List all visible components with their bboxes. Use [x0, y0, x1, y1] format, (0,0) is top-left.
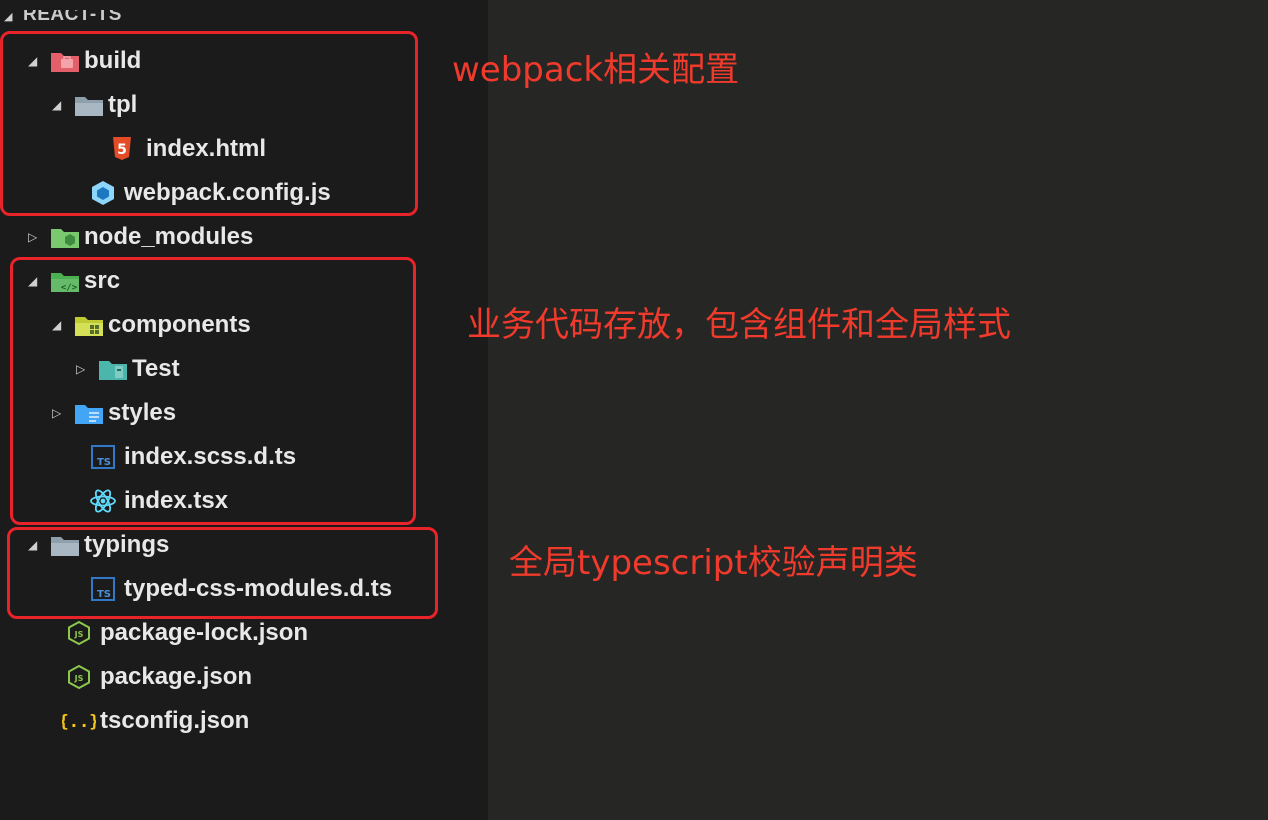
tree-item-package-json[interactable]: JS package.json: [36, 655, 252, 699]
node-folder-icon: [50, 215, 84, 259]
caret-right-icon[interactable]: ▷: [28, 215, 50, 259]
annotation-src: 业务代码存放，包含组件和全局样式: [467, 305, 1011, 345]
editor-area: [488, 0, 1268, 820]
tree-item-label: package.json: [100, 663, 253, 690]
annotation-typings: 全局typescript校验声明类: [509, 543, 918, 583]
tree-item-label: node_modules: [84, 223, 254, 250]
svg-text:JS: JS: [74, 630, 84, 639]
screen: ◢ REACT-TS ◢ build ◢ tpl 5 index.html we…: [0, 0, 1268, 820]
json-braces-icon: {..}: [58, 699, 100, 743]
tree-item-tsconfig[interactable]: {..} tsconfig.json: [36, 699, 249, 743]
svg-text:{..}: {..}: [62, 712, 96, 732]
tree-item-label: tsconfig.json: [100, 707, 250, 734]
caret-down-icon: ◢: [4, 11, 13, 23]
nodejs-icon: JS: [58, 655, 100, 699]
highlight-box-src: [10, 257, 416, 525]
highlight-box-typings: [7, 527, 438, 619]
annotation-build: webpack相关配置: [452, 50, 740, 90]
tree-item-node-modules[interactable]: ▷ node_modules: [28, 215, 253, 259]
highlight-box-build: [0, 31, 418, 216]
svg-text:JS: JS: [74, 674, 84, 683]
